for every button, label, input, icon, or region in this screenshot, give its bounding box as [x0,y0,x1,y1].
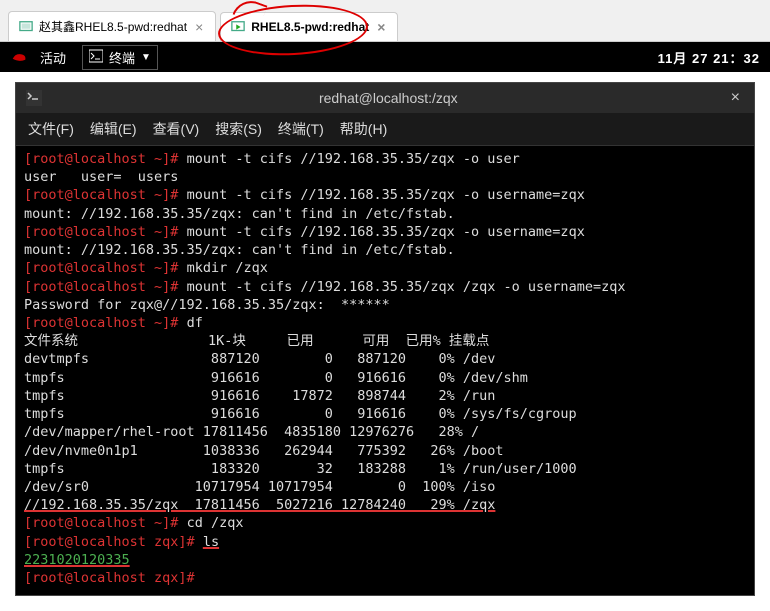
prompt: [root@localhost ~]# [24,279,187,295]
redhat-logo-icon[interactable] [10,48,28,66]
vm-tab-label: RHEL8.5-pwd:redhat [251,20,369,34]
vm-tab-inactive[interactable]: 赵其鑫RHEL8.5-pwd:redhat × [8,11,216,41]
terminal-app-indicator[interactable]: 终端 ▼ [82,45,158,70]
prompt: [root@localhost ~]# [24,224,187,240]
command: cd /zqx [187,515,244,531]
df-header: 文件系统 1K-块 已用 可用 已用% 挂载点 [24,333,489,349]
menu-view[interactable]: 查看(V) [153,119,200,139]
terminal-title: redhat@localhost:/zqx [50,90,727,106]
terminal-label: 终端 [109,48,135,67]
ls-output: 2231020120335 [24,552,130,568]
command: mount -t cifs //192.168.35.35/zqx -o use… [187,224,585,240]
vm-icon [19,20,33,34]
menu-search[interactable]: 搜索(S) [215,119,262,139]
command: mkdir /zqx [187,260,268,276]
df-row-highlighted: //192.168.35.35/zqx 17811456 5027216 127… [24,497,495,513]
df-row: tmpfs 916616 17872 898744 2% /run [24,388,495,404]
command: ls [203,534,219,550]
vm-tab-active[interactable]: RHEL8.5-pwd:redhat × [220,12,398,41]
df-row: tmpfs 916616 0 916616 0% /sys/fs/cgroup [24,406,577,422]
df-row: /dev/mapper/rhel-root 17811456 4835180 1… [24,424,479,440]
vm-running-icon [231,20,245,34]
terminal-window: redhat@localhost:/zqx × 文件(F) 编辑(E) 查看(V… [15,82,755,596]
activities-button[interactable]: 活动 [40,48,66,67]
terminal-icon [26,90,42,106]
output: user user= users [24,169,178,185]
output: mount: //192.168.35.35/zqx: can't find i… [24,242,455,258]
command: mount -t cifs //192.168.35.35/zqx /zqx -… [187,279,626,295]
vm-tab-bar: 赵其鑫RHEL8.5-pwd:redhat × RHEL8.5-pwd:redh… [0,0,770,42]
terminal-icon [89,49,103,66]
output: Password for zqx@//192.168.35.35/zqx: **… [24,297,390,313]
prompt: [root@localhost zqx]# [24,534,203,550]
command: df [187,315,203,331]
terminal-titlebar[interactable]: redhat@localhost:/zqx × [16,83,754,113]
prompt: [root@localhost ~]# [24,187,187,203]
prompt: [root@localhost zqx]# [24,570,203,586]
menu-terminal[interactable]: 终端(T) [278,119,324,139]
menu-edit[interactable]: 编辑(E) [90,119,137,139]
prompt: [root@localhost ~]# [24,151,187,167]
close-icon[interactable]: × [727,89,744,107]
chevron-down-icon: ▼ [141,52,151,63]
prompt: [root@localhost ~]# [24,315,187,331]
df-row: /dev/sr0 10717954 10717954 0 100% /iso [24,479,495,495]
df-row: tmpfs 183320 32 183288 1% /run/user/1000 [24,461,577,477]
menu-help[interactable]: 帮助(H) [340,119,387,139]
command: mount -t cifs //192.168.35.35/zqx -o use… [187,187,585,203]
clock[interactable]: 11月 27 21：32 [658,48,760,67]
prompt: [root@localhost ~]# [24,515,187,531]
gnome-top-bar: 活动 终端 ▼ 11月 27 21：32 [0,42,770,72]
close-icon[interactable]: × [193,19,205,35]
close-icon[interactable]: × [375,19,387,35]
command: mount -t cifs //192.168.35.35/zqx -o use… [187,151,520,167]
output: mount: //192.168.35.35/zqx: can't find i… [24,206,455,222]
df-row: devtmpfs 887120 0 887120 0% /dev [24,351,495,367]
menu-file[interactable]: 文件(F) [28,119,74,139]
prompt: [root@localhost ~]# [24,260,187,276]
terminal-content[interactable]: [root@localhost ~]# mount -t cifs //192.… [16,146,754,595]
terminal-menubar: 文件(F) 编辑(E) 查看(V) 搜索(S) 终端(T) 帮助(H) [16,113,754,146]
df-row: tmpfs 916616 0 916616 0% /dev/shm [24,370,528,386]
df-row: /dev/nvme0n1p1 1038336 262944 775392 26%… [24,443,504,459]
vm-tab-label: 赵其鑫RHEL8.5-pwd:redhat [39,18,187,35]
